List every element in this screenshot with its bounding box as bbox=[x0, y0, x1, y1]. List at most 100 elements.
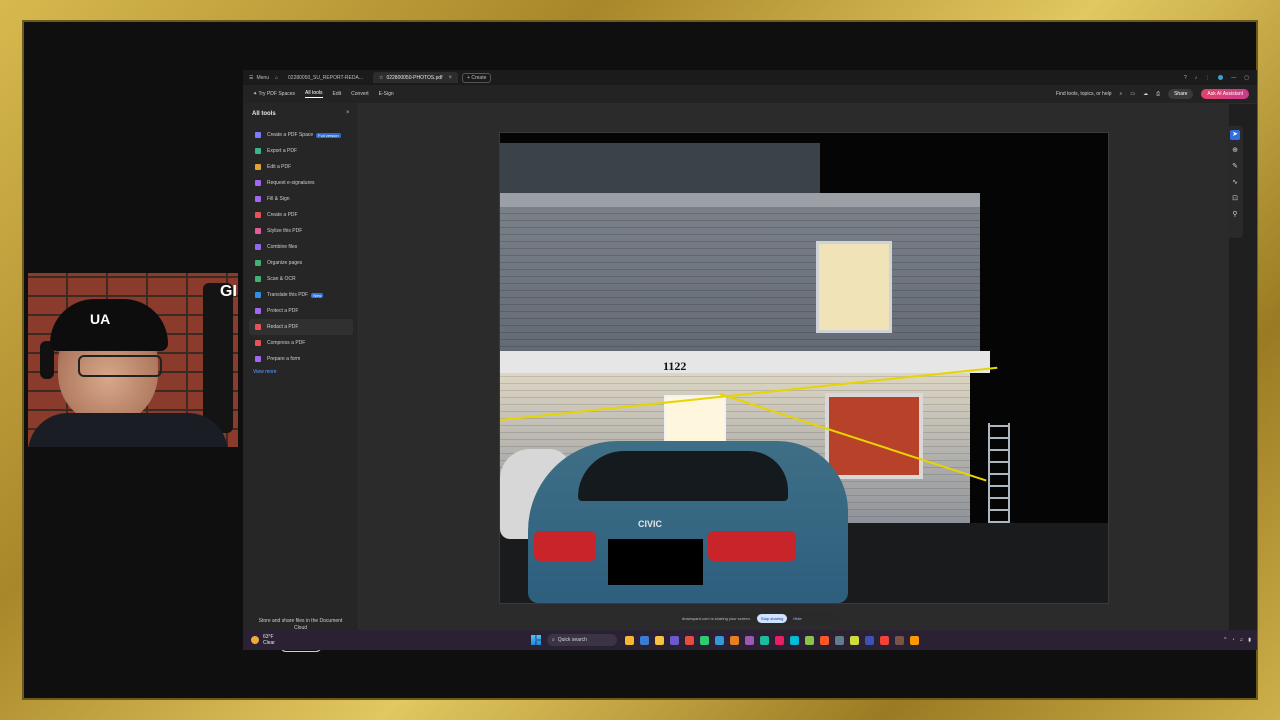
tool-label: Protect a PDF bbox=[267, 308, 299, 314]
save-icon[interactable]: ▭ bbox=[1130, 91, 1135, 97]
tool-item[interactable]: Scan & OCR bbox=[249, 271, 353, 287]
folder-icon[interactable] bbox=[654, 635, 664, 645]
close-icon[interactable]: × bbox=[346, 110, 350, 116]
all-tools-panel: All tools × Create a PDF Space Full versi… bbox=[243, 103, 359, 652]
tab-report[interactable]: 02280050_SU_REPORT-REDA... bbox=[282, 72, 369, 83]
network-icon[interactable]: ◔ bbox=[1231, 637, 1234, 643]
app-icon[interactable] bbox=[819, 635, 829, 645]
app-icon[interactable] bbox=[744, 635, 754, 645]
app-icon[interactable] bbox=[729, 635, 739, 645]
zoom-icon[interactable]: ⊕ bbox=[1230, 146, 1240, 156]
tab-edit[interactable]: Edit bbox=[333, 91, 342, 97]
stop-sharing-button[interactable]: Stop sharing bbox=[756, 613, 788, 623]
weather-widget[interactable]: 63°F Clear bbox=[251, 634, 275, 646]
app-icon[interactable] bbox=[849, 635, 859, 645]
siding-lines bbox=[500, 203, 980, 353]
view-more-link[interactable]: View more bbox=[249, 369, 353, 375]
app-icon[interactable] bbox=[759, 635, 769, 645]
bell-icon[interactable]: ♪ bbox=[1195, 75, 1198, 81]
avatar[interactable] bbox=[1218, 75, 1224, 80]
pinned-apps bbox=[624, 635, 919, 645]
minimize-icon[interactable]: — bbox=[1231, 75, 1236, 81]
select-icon[interactable]: ➤ bbox=[1230, 130, 1240, 140]
acrobat-window: ☰ Menu ⌂ 02280050_SU_REPORT-REDA... ☆ 02… bbox=[243, 70, 1257, 652]
toolbar: ✦ Try PDF Spaces All tools Edit Convert … bbox=[243, 85, 1257, 104]
find-tools-input[interactable]: Find tools, topics, or help bbox=[1056, 91, 1112, 97]
tool-item[interactable]: Stylize this PDF bbox=[249, 223, 353, 239]
app-icon[interactable] bbox=[834, 635, 844, 645]
tool-item[interactable]: Translate this PDF New bbox=[249, 287, 353, 303]
volume-icon[interactable]: ♫ bbox=[1239, 637, 1243, 643]
tool-item[interactable]: Compress a PDF bbox=[249, 335, 353, 351]
home-icon[interactable]: ⌂ bbox=[275, 75, 278, 81]
tab-photos[interactable]: ☆ 022800050-PHOTOS.pdf × bbox=[372, 72, 459, 83]
battery-icon[interactable]: ▮ bbox=[1248, 637, 1251, 643]
condition: Clear bbox=[263, 640, 275, 646]
tool-item[interactable]: Create a PDF bbox=[249, 207, 353, 223]
tab-all-tools[interactable]: All tools bbox=[305, 90, 323, 98]
tool-label: Create a PDF bbox=[267, 212, 298, 218]
document-canvas[interactable]: 1122 CIVIC bbox=[359, 103, 1229, 650]
print-icon[interactable]: ⎙ bbox=[1156, 91, 1160, 97]
app-icon[interactable] bbox=[789, 635, 799, 645]
ask-ai-button[interactable]: Ask AI Assistant bbox=[1201, 89, 1249, 99]
app-icon[interactable] bbox=[669, 635, 679, 645]
pen-icon[interactable]: ✎ bbox=[1230, 162, 1240, 172]
tool-item[interactable]: Redact a PDF bbox=[249, 319, 353, 335]
menu-button[interactable]: ☰ Menu bbox=[249, 75, 269, 81]
tool-badge: Full version bbox=[316, 132, 341, 138]
app-icon[interactable] bbox=[894, 635, 904, 645]
tool-item[interactable]: Prepare a form bbox=[249, 351, 353, 367]
app-icon[interactable] bbox=[699, 635, 709, 645]
sun-icon bbox=[251, 636, 259, 644]
tool-item[interactable]: Combine files bbox=[249, 239, 353, 255]
help-icon[interactable]: ? bbox=[1184, 75, 1187, 81]
chevron-up-icon[interactable]: ^ bbox=[1224, 637, 1226, 643]
tool-item[interactable]: Create a PDF Space Full version bbox=[249, 127, 353, 143]
app-icon[interactable] bbox=[684, 635, 694, 645]
tab-esign[interactable]: E-Sign bbox=[379, 91, 394, 97]
apps-icon[interactable]: ⋮ bbox=[1205, 75, 1210, 81]
hide-button[interactable]: Hide bbox=[793, 616, 801, 621]
tail-light-right bbox=[708, 531, 796, 561]
app-icon[interactable] bbox=[639, 635, 649, 645]
maximize-icon[interactable]: ▢ bbox=[1244, 75, 1249, 81]
share-message: drawnpard.com is sharing your screen. bbox=[682, 615, 751, 621]
tool-item[interactable]: Edit a PDF bbox=[249, 159, 353, 175]
app-icon[interactable] bbox=[624, 635, 634, 645]
panel-title: All tools bbox=[252, 111, 276, 117]
app-icon[interactable] bbox=[864, 635, 874, 645]
close-icon[interactable]: × bbox=[449, 75, 453, 81]
tool-item[interactable]: Fill & Sign bbox=[249, 191, 353, 207]
windows-start-icon[interactable] bbox=[530, 635, 541, 645]
search-icon[interactable]: ⌕ bbox=[1120, 91, 1123, 97]
create-button[interactable]: + Create bbox=[462, 72, 492, 83]
tool-icon bbox=[255, 228, 261, 234]
tool-item[interactable]: Protect a PDF bbox=[249, 303, 353, 319]
tool-item[interactable]: Request e-signatures bbox=[249, 175, 353, 191]
tab-convert[interactable]: Convert bbox=[351, 91, 369, 97]
wall-logo: GI bbox=[220, 283, 237, 300]
tool-list: Create a PDF Space Full version Export a P… bbox=[249, 127, 353, 375]
share-button[interactable]: Share bbox=[1168, 89, 1194, 99]
tool-label: Organize pages bbox=[267, 260, 303, 266]
gutter bbox=[500, 193, 980, 207]
taskbar-search[interactable]: ⌕ Quick search bbox=[546, 634, 617, 646]
tool-item[interactable]: Export a PDF bbox=[249, 143, 353, 159]
app-icon[interactable] bbox=[774, 635, 784, 645]
text-icon[interactable]: ⊡ bbox=[1230, 194, 1240, 204]
tool-icon bbox=[255, 356, 261, 362]
app-icon[interactable] bbox=[804, 635, 814, 645]
redacted-plate bbox=[608, 539, 703, 585]
try-pdf-spaces[interactable]: ✦ Try PDF Spaces bbox=[253, 91, 295, 97]
cloud-icon[interactable]: ☁ bbox=[1143, 91, 1148, 97]
app-icon[interactable] bbox=[909, 635, 919, 645]
acrobat-icon[interactable] bbox=[879, 635, 889, 645]
stamp-icon[interactable]: ⚲ bbox=[1230, 210, 1240, 220]
tool-item[interactable]: Organize pages bbox=[249, 255, 353, 271]
title-bar: ☰ Menu ⌂ 02280050_SU_REPORT-REDA... ☆ 02… bbox=[243, 70, 1257, 85]
lasso-icon[interactable]: ∿ bbox=[1230, 178, 1240, 188]
app-icon[interactable] bbox=[714, 635, 724, 645]
windows-taskbar: 63°F Clear ⌕ Quick search ^ ◔ ♫ ▮ bbox=[243, 630, 1257, 650]
tool-icon bbox=[255, 212, 261, 218]
